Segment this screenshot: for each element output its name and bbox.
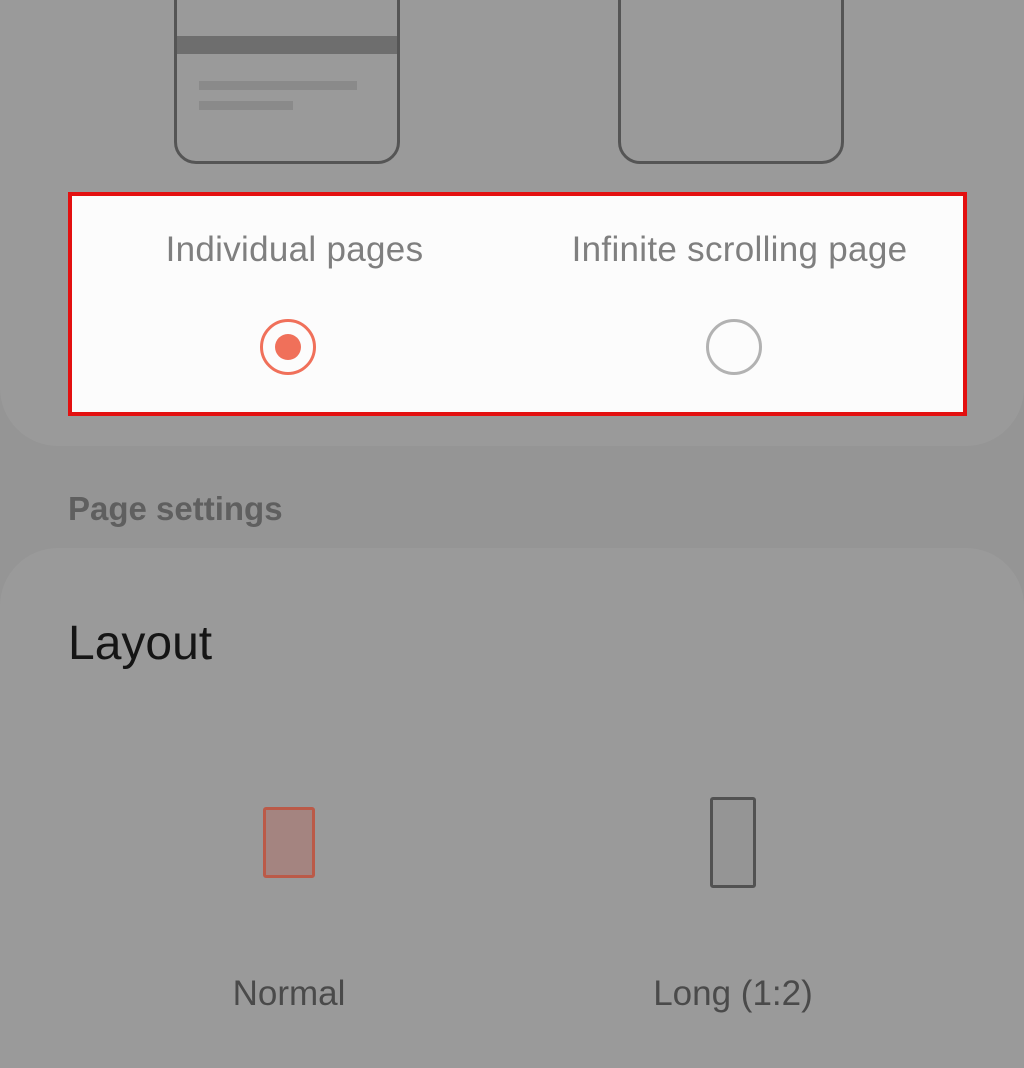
infinite-scrolling-radio[interactable] [706, 319, 762, 375]
radio-selected-dot [275, 334, 301, 360]
section-title-page-settings: Page settings [68, 490, 283, 527]
layout-long-icon[interactable] [710, 797, 756, 888]
option-individual-pages[interactable]: Individual pages [72, 196, 517, 412]
preview-text-line [199, 81, 357, 90]
individual-pages-radio[interactable] [260, 319, 316, 375]
option-infinite-scrolling[interactable]: Infinite scrolling page [517, 196, 962, 412]
layout-normal-icon[interactable] [263, 807, 315, 878]
preview-toolbar-bar [177, 36, 397, 54]
option-infinite-scrolling-label: Infinite scrolling page [571, 230, 908, 269]
infinite-scrolling-preview[interactable] [618, 0, 844, 164]
individual-pages-preview[interactable] [174, 0, 400, 164]
page-style-options-highlight: Individual pages Infinite scrolling page [68, 192, 967, 416]
layout-long-label[interactable]: Long (1:2) [583, 974, 883, 1014]
layout-title: Layout [68, 617, 213, 670]
preview-text-line [199, 101, 293, 110]
layout-normal-label[interactable]: Normal [139, 974, 439, 1014]
option-individual-pages-label: Individual pages [165, 230, 424, 269]
